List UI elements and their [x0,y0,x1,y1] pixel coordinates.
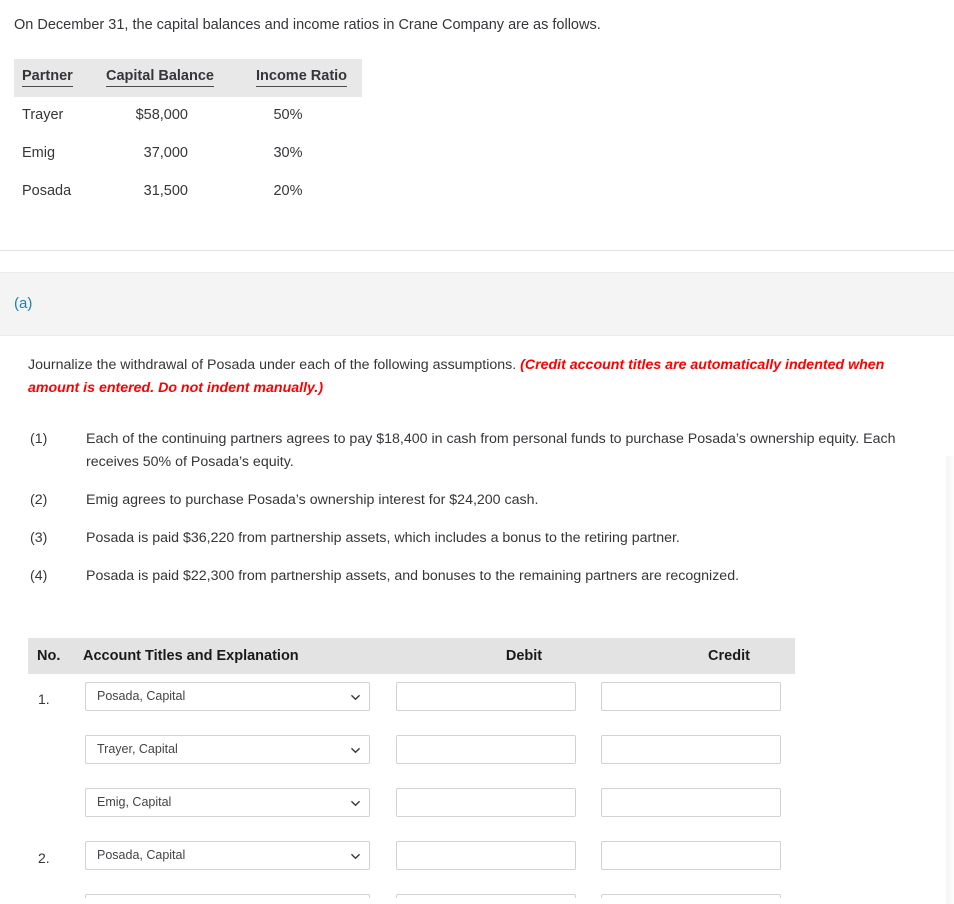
account-title-value: Posada, Capital [97,848,186,862]
intro-text: On December 31, the capital balances and… [14,17,601,33]
part-label-a: (a) [14,295,33,312]
debit-amount-input[interactable] [396,788,576,817]
chevron-down-icon [351,747,360,754]
account-title-value: Trayer, Capital [97,742,178,756]
list-item: (1) Each of the continuing partners agre… [30,428,920,474]
account-title-value: Emig, Capital [97,795,172,809]
chevron-down-icon [351,694,360,701]
partner-capital-balance: 37,000 [143,145,188,161]
balances-header-row: Partner Capital Balance Income Ratio [14,59,362,97]
account-title-value: Posada, Capital [97,689,186,703]
partner-income-ratio: 50% [273,107,303,123]
section-divider [0,250,954,251]
list-item: (2) Emig agrees to purchase Posada’s own… [30,489,920,512]
partner-name: Trayer [22,107,64,123]
list-item-number: (2) [30,492,48,508]
list-item-number: (3) [30,530,48,546]
table-row: Posada 31,500 20% [14,173,362,211]
credit-amount-input[interactable] [601,788,781,817]
chevron-down-icon [351,800,360,807]
partner-income-ratio: 30% [273,145,303,161]
list-item-text: Emig agrees to purchase Posada’s ownersh… [86,492,539,508]
debit-amount-input[interactable] [396,735,576,764]
credit-amount-input[interactable] [601,735,781,764]
account-title-select[interactable]: Posada, Capital [85,682,370,711]
capital-balances-table: Partner Capital Balance Income Ratio Tra… [14,59,362,211]
scroll-edge-shadow [946,456,954,904]
assumptions-list: (1) Each of the continuing partners agre… [30,428,920,603]
column-header-income-ratio: Income Ratio [256,68,348,87]
credit-amount-input[interactable] [601,841,781,870]
table-row: Emig 37,000 30% [14,135,362,173]
list-item-number: (1) [30,431,48,447]
instruction-lead: Journalize the withdrawal of Posada unde… [28,357,521,373]
table-row: 1. Posada, Capital [28,674,795,727]
table-row: 2. Posada, Capital [28,833,795,886]
column-header-credit: Credit [708,648,750,664]
debit-amount-input[interactable] [396,841,576,870]
column-header-capital-balance: Capital Balance [106,68,214,87]
list-item: (4) Posada is paid $22,300 from partners… [30,565,920,588]
column-header-partner: Partner [22,68,73,87]
journalize-instruction: Journalize the withdrawal of Posada unde… [28,354,908,400]
account-title-select[interactable]: Posada, Capital [85,841,370,870]
part-a-band: (a) [0,272,954,336]
debit-amount-input[interactable] [396,894,576,898]
partner-income-ratio: 20% [273,183,303,199]
table-row [28,886,795,898]
debit-amount-input[interactable] [396,682,576,711]
column-header-no: No. [37,648,61,664]
list-item-text: Posada is paid $22,300 from partnership … [86,568,740,584]
partner-name: Posada [22,183,72,199]
partner-name: Emig [22,145,56,161]
entry-number: 1. [38,691,50,707]
partner-capital-balance: $58,000 [135,107,188,123]
list-item-text: Each of the continuing partners agrees t… [86,431,896,470]
list-item-number: (4) [30,568,48,584]
table-row: Trayer $58,000 50% [14,97,362,135]
journal-header-row: No. Account Titles and Explanation Debit… [28,638,795,674]
list-item: (3) Posada is paid $36,220 from partners… [30,527,920,550]
account-title-select[interactable]: Emig, Capital [85,788,370,817]
partner-capital-balance: 31,500 [143,183,188,199]
account-title-select[interactable] [85,894,370,898]
entry-number: 2. [38,850,50,866]
column-header-debit: Debit [505,648,543,664]
account-title-select[interactable]: Trayer, Capital [85,735,370,764]
credit-amount-input[interactable] [601,682,781,711]
chevron-down-icon [351,853,360,860]
journal-entry-table: No. Account Titles and Explanation Debit… [28,638,795,898]
column-header-account-titles: Account Titles and Explanation [83,648,299,664]
table-row: Emig, Capital [28,780,795,833]
credit-amount-input[interactable] [601,894,781,898]
list-item-text: Posada is paid $36,220 from partnership … [86,530,680,546]
table-row: Trayer, Capital [28,727,795,780]
